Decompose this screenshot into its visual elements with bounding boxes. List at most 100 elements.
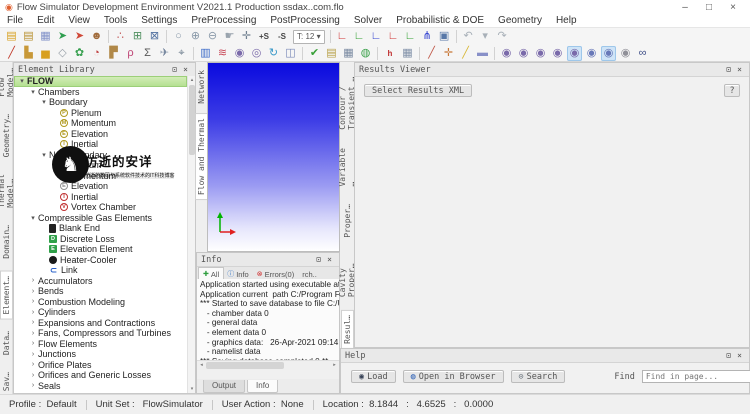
- view-capture-icon[interactable]: ◉: [232, 46, 247, 61]
- tree-item-discrete-loss[interactable]: DDiscrete Loss: [14, 234, 187, 245]
- view-axis-y-icon[interactable]: ∟: [403, 29, 418, 44]
- undo-icon[interactable]: ↶: [461, 29, 476, 44]
- measure-red-icon[interactable]: ╱: [424, 46, 439, 61]
- tree-item-elevation[interactable]: EElevation: [14, 181, 187, 192]
- import-network-icon[interactable]: ➤: [55, 29, 70, 44]
- select-elements-icon[interactable]: ⊞: [130, 29, 145, 44]
- tree-item-cylinders[interactable]: ›Cylinders: [14, 307, 187, 318]
- view-option-3-icon[interactable]: ◉: [533, 46, 548, 61]
- save-view-icon[interactable]: ◫: [283, 46, 298, 61]
- tree-caret[interactable]: ›: [28, 319, 38, 326]
- gauge-icon[interactable]: ◔: [89, 46, 104, 61]
- tree-item-momentum[interactable]: MMomentum: [14, 118, 187, 129]
- right-tab-resul[interactable]: Resul…: [342, 311, 353, 348]
- measure-yellow-icon[interactable]: ╱: [458, 46, 473, 61]
- menu-settings[interactable]: Settings: [134, 15, 184, 27]
- tree-item-fans-compressors-and-turbines[interactable]: ›Fans, Compressors and Turbines: [14, 328, 187, 339]
- sigma-icon[interactable]: Σ: [140, 46, 155, 61]
- tree-item-blank-end[interactable]: Blank End: [14, 223, 187, 234]
- tree-item-bends[interactable]: ›Bends: [14, 286, 187, 297]
- tree-caret[interactable]: ▾: [28, 214, 38, 222]
- menu-help[interactable]: Help: [549, 15, 584, 27]
- load-button[interactable]: ◉Load: [351, 370, 396, 383]
- view-option-1-icon[interactable]: ◉: [499, 46, 514, 61]
- view-option-6-icon[interactable]: ◉: [584, 46, 599, 61]
- refresh-icon[interactable]: ↻: [266, 46, 281, 61]
- view-option-7-icon[interactable]: ◉: [601, 46, 616, 61]
- tree-item-orifices-and-generic-losses[interactable]: ›Orifices and Generic Losses: [14, 370, 187, 381]
- tree-caret[interactable]: ›: [28, 361, 38, 368]
- close-panel-icon[interactable]: ×: [734, 65, 745, 74]
- tree-item-flow[interactable]: ▾FLOW: [14, 76, 187, 87]
- calendar-icon[interactable]: ▦: [400, 46, 415, 61]
- menu-solver[interactable]: Solver: [347, 15, 389, 27]
- draw-element-icon[interactable]: ╱: [4, 46, 19, 61]
- tree-item-vortex-chamber[interactable]: VVortex Chamber: [14, 202, 187, 213]
- tree-item-non-boundary[interactable]: ▾Non-Boundary: [14, 150, 187, 161]
- view-option-4-icon[interactable]: ◉: [550, 46, 565, 61]
- scroll-up-icon[interactable]: ▴: [188, 76, 196, 84]
- chart-tool-icon[interactable]: ▅: [38, 46, 53, 61]
- tree-caret[interactable]: ›: [28, 382, 38, 389]
- data-table-icon[interactable]: ▦: [341, 46, 356, 61]
- contour-legend-icon[interactable]: ▥: [198, 46, 213, 61]
- viewport-tab-network[interactable]: Network: [196, 66, 207, 108]
- redo-icon[interactable]: ↷: [495, 29, 510, 44]
- text-size-dropdown[interactable]: T: 12 ▾: [293, 30, 325, 44]
- right-tab-proper[interactable]: Proper…: [342, 200, 353, 242]
- console-tab-info[interactable]: Info: [247, 380, 278, 393]
- transport-icon[interactable]: ▛: [106, 46, 121, 61]
- 3d-viewport[interactable]: [207, 62, 340, 252]
- tree-caret[interactable]: ▾: [39, 98, 49, 106]
- scrollbar-thumb[interactable]: [189, 85, 195, 155]
- left-tab-data[interactable]: Data…: [1, 327, 12, 359]
- menu-preprocessing[interactable]: PreProcessing: [184, 15, 263, 27]
- tree-item-accumulators[interactable]: ›Accumulators: [14, 276, 187, 287]
- undo-dropdown-arrow[interactable]: ▾: [478, 29, 493, 44]
- view-capture-alt-icon[interactable]: ◎: [249, 46, 264, 61]
- capsule-icon[interactable]: ▬: [475, 46, 490, 61]
- select-results-xml-button[interactable]: Select Results XML: [364, 84, 472, 97]
- scrollbar-thumb[interactable]: [206, 362, 284, 369]
- scroll-right-icon[interactable]: ▸: [330, 361, 339, 370]
- tree-item-heater-cooler[interactable]: Heater-Cooler: [14, 255, 187, 266]
- close-button[interactable]: ×: [721, 1, 745, 15]
- tree-item-link[interactable]: ⊂Link: [14, 265, 187, 276]
- notes-icon[interactable]: ▤: [324, 46, 339, 61]
- cube-icon[interactable]: ◇: [55, 46, 70, 61]
- tree-item-momentum[interactable]: MMomentum: [14, 171, 187, 182]
- tree-caret[interactable]: ›: [28, 298, 38, 305]
- close-panel-icon[interactable]: ×: [734, 351, 745, 360]
- new-model-icon[interactable]: ▤: [4, 29, 19, 44]
- tree-caret[interactable]: ›: [28, 351, 38, 358]
- tree-caret[interactable]: ›: [28, 340, 38, 347]
- find-input[interactable]: [642, 370, 750, 383]
- menu-probabilistic-doe[interactable]: Probabilistic & DOE: [389, 15, 491, 27]
- tree-item-inertial[interactable]: IInertial: [14, 139, 187, 150]
- view-axis-x-icon[interactable]: ∟: [386, 29, 401, 44]
- view-option-5-icon[interactable]: ◉: [567, 46, 582, 61]
- tree-caret[interactable]: ▾: [17, 77, 27, 85]
- scale-up-icon[interactable]: +S: [256, 29, 272, 44]
- curve-icon[interactable]: ρ: [123, 46, 138, 61]
- select-nodes-icon[interactable]: ∴: [113, 29, 128, 44]
- tree-item-plenum[interactable]: PPlenum: [14, 160, 187, 171]
- tree-caret[interactable]: ›: [28, 309, 38, 316]
- menu-tools[interactable]: Tools: [97, 15, 134, 27]
- tree-caret[interactable]: ›: [28, 372, 38, 379]
- menu-edit[interactable]: Edit: [30, 15, 61, 27]
- check-model-icon[interactable]: ✔: [307, 46, 322, 61]
- scroll-down-icon[interactable]: ▾: [188, 385, 196, 393]
- export-network-icon[interactable]: ➤: [72, 29, 87, 44]
- viewport-tab-flow-and-thermal[interactable]: Flow and Thermal: [196, 114, 207, 199]
- save-model-icon[interactable]: ▦: [38, 29, 53, 44]
- fit-view-icon[interactable]: ✛: [239, 29, 254, 44]
- user-profile-icon[interactable]: ☻: [89, 29, 104, 44]
- left-tab-domain[interactable]: Domain…: [1, 221, 12, 263]
- close-panel-icon[interactable]: ×: [324, 255, 335, 264]
- results-help-button[interactable]: ?: [724, 84, 740, 97]
- view-lock-icon[interactable]: ◉: [618, 46, 633, 61]
- tree-item-expansions-and-contractions[interactable]: ›Expansions and Contractions: [14, 318, 187, 329]
- tree-item-inertial[interactable]: IInertial: [14, 192, 187, 203]
- scroll-left-icon[interactable]: ◂: [197, 361, 206, 370]
